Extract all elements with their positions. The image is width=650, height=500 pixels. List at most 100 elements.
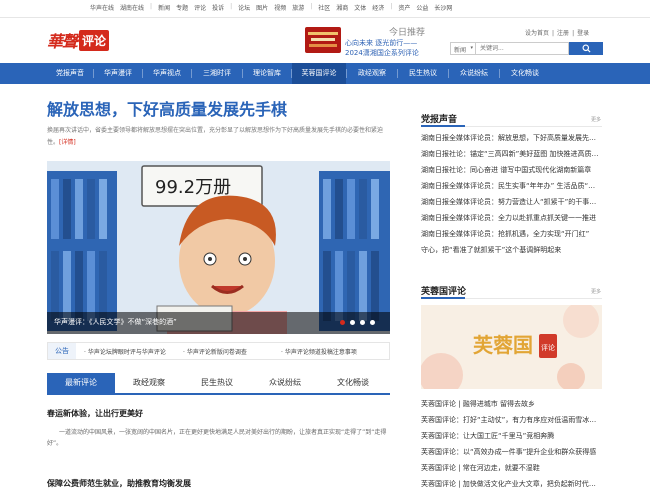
article-title[interactable]: 春运新体验，让出行更美好 bbox=[47, 408, 143, 419]
carousel-dot-4[interactable] bbox=[370, 320, 375, 325]
search-input[interactable] bbox=[476, 42, 569, 55]
furong-item[interactable]: 芙蓉国评论：让大国工匠“千里马”竞相奔腾 bbox=[421, 428, 602, 444]
bookshelf-left bbox=[47, 171, 117, 331]
nav-item[interactable]: 三湘时评 bbox=[192, 63, 242, 84]
announcement-bar: 公告 · 华声论坛牌眼时评与华声评论 · 华声评论新版问卷调查 · 华声评论频道… bbox=[47, 342, 390, 360]
account-link[interactable]: 登录 bbox=[577, 30, 589, 37]
party-voice-item[interactable]: 湖南日报全媒体评论员：解放思想，下好高质量发展先手棋 bbox=[421, 130, 602, 146]
topbar-link[interactable]: 华声在线 bbox=[90, 3, 114, 12]
tab-1[interactable]: 政经观察 bbox=[115, 373, 183, 393]
furong-banner-image[interactable]: 芙蓉国 评论 bbox=[421, 305, 602, 389]
sign-text: 99.2万册 bbox=[155, 177, 231, 198]
article-tabs: 最新评论 政经观察 民生热议 众说纷纭 文化畅谈 bbox=[47, 373, 390, 395]
topbar-link[interactable]: 投诉 bbox=[212, 3, 224, 12]
promo-banner-image[interactable] bbox=[305, 27, 341, 53]
site-logo[interactable]: 華聲 评论 bbox=[47, 28, 110, 52]
top-utility-bar: 华声在线 湖南在线 | 新闻 专题 评论 投诉 | 论坛 图片 视频 旅游 | 社区 湘商 文体 经济 | 资产 公益… bbox=[0, 0, 650, 18]
section-divider bbox=[421, 125, 602, 127]
party-voice-item[interactable]: 湖南日报全媒体评论员：全力以赴抓重点抓关键一一推进 bbox=[421, 210, 602, 226]
account-link[interactable]: 注册 bbox=[557, 30, 569, 37]
furong-banner-graphic: 芙蓉国 评论 bbox=[421, 305, 602, 389]
account-link[interactable]: 设为首页 bbox=[525, 30, 549, 37]
announcement-item[interactable]: · 华声评论新版问卷调查 bbox=[183, 347, 247, 356]
furong-item[interactable]: 芙蓉国评论：打好“主动仗”，有力有序应对低温雨雪冰冻天气 bbox=[421, 412, 602, 428]
nav-item[interactable]: 华声漫评 bbox=[94, 63, 142, 84]
hero-cartoon-image[interactable]: 99.2万册 bbox=[47, 161, 390, 334]
carousel-dots bbox=[340, 320, 380, 325]
main-nav-items: 党报声音 华声漫评 华声视点 三湘时评 理论智库 芙蓉国评论 政经观察 民生热议 众说纷纭 文化畅… bbox=[47, 63, 550, 84]
topbar-link[interactable]: 专题 bbox=[176, 3, 188, 12]
hero-caption[interactable]: 华声漫评：《人民文学》不做“深巷的酒” bbox=[54, 317, 177, 327]
nav-item[interactable]: 华声视点 bbox=[143, 63, 191, 84]
topbar-link[interactable]: 论坛 bbox=[238, 3, 250, 12]
section-title-furong[interactable]: 芙蓉国评论 bbox=[421, 284, 466, 297]
article-title[interactable]: 保障公费师范生就业，助推教育均衡发展 bbox=[47, 478, 191, 489]
carousel-dot-3[interactable] bbox=[360, 320, 365, 325]
party-voice-item[interactable]: 湖南日报全媒体评论员：抢抓机遇，全力实现“开门红” bbox=[421, 226, 602, 242]
topbar-separator: | bbox=[390, 3, 393, 10]
topbar-link[interactable]: 旅游 bbox=[292, 3, 304, 12]
nav-item[interactable]: 党报声音 bbox=[47, 63, 93, 84]
announcement-item[interactable]: · 华声论坛牌眼时评与华声评论 bbox=[84, 347, 166, 356]
furong-list: 芙蓉国评论 | 融得进城市 留得去故乡 芙蓉国评论：打好“主动仗”，有力有序应对低… bbox=[421, 396, 602, 492]
furong-banner-text: 芙蓉国 bbox=[473, 333, 533, 357]
nav-item[interactable]: 政经观察 bbox=[347, 63, 397, 84]
nav-item[interactable]: 文化畅谈 bbox=[500, 63, 550, 84]
party-voice-item[interactable]: 湖南日报全媒体评论员：民生实事“年年办” 生活品质“节节高” bbox=[421, 178, 602, 194]
announcement-item[interactable]: · 华声评论频道投稿注意事项 bbox=[281, 347, 357, 356]
tab-0[interactable]: 最新评论 bbox=[47, 373, 115, 393]
tab-2[interactable]: 民生热议 bbox=[183, 373, 251, 393]
section-title-party-voice[interactable]: 党报声音 bbox=[421, 112, 457, 125]
account-separator: | bbox=[572, 30, 575, 37]
nav-item[interactable]: 理论智库 bbox=[243, 63, 291, 84]
furong-item[interactable]: 芙蓉国评论 | 融得进城市 留得去故乡 bbox=[421, 396, 602, 412]
topbar-link[interactable]: 社区 bbox=[318, 3, 330, 12]
tab-4[interactable]: 文化畅谈 bbox=[319, 373, 387, 393]
promo-link-line1[interactable]: 心向未来 逐光前行—— bbox=[345, 38, 417, 48]
search-category-select[interactable]: 新闻 ▾ bbox=[450, 42, 476, 55]
topbar-link[interactable]: 文体 bbox=[354, 3, 366, 12]
furong-item[interactable]: 芙蓉国评论：以“高效办成一件事”提升企业和群众获得感 bbox=[421, 444, 602, 460]
topbar-link[interactable]: 图片 bbox=[256, 3, 268, 12]
party-voice-item[interactable]: 湖南日报全媒体评论员：努力营造让人“抓紧干”的干事创业环境 bbox=[421, 194, 602, 210]
cartoon-illustration: 99.2万册 bbox=[47, 161, 390, 334]
furong-banner-box: 评论 bbox=[541, 343, 555, 352]
furong-item[interactable]: 芙蓉国评论 | 加快做活文化产业大文章，把负起新时代文化使命 bbox=[421, 476, 602, 492]
search-button[interactable] bbox=[569, 42, 603, 55]
topbar-link[interactable]: 湖南在线 bbox=[120, 3, 144, 12]
party-voice-item[interactable]: 湖南日报社论：同心奋进 谱写中国式现代化湖南新篇章 bbox=[421, 162, 602, 178]
details-link[interactable]: [详情] bbox=[59, 139, 76, 146]
party-voice-item[interactable]: 守心，把“看准了就抓紧干”这个基调鲜明起来 bbox=[421, 242, 602, 258]
section-divider bbox=[421, 297, 602, 299]
account-links: 设为首页 | 注册 | 登录 bbox=[525, 28, 592, 37]
topbar-link[interactable]: 新闻 bbox=[158, 3, 170, 12]
nav-item[interactable]: 芙蓉国评论 bbox=[292, 63, 346, 84]
carousel-dot-2[interactable] bbox=[350, 320, 355, 325]
topbar-link[interactable]: 湘商 bbox=[336, 3, 348, 12]
topbar-link[interactable]: 经济 bbox=[372, 3, 384, 12]
more-link[interactable]: 更多 bbox=[591, 116, 601, 123]
headline[interactable]: 解放思想，下好高质量发展先手棋 bbox=[47, 96, 287, 120]
topbar-link[interactable]: 公益 bbox=[416, 3, 428, 12]
topbar-link[interactable]: 资产 bbox=[398, 3, 410, 12]
party-voice-item[interactable]: 湖南日报社论：锚定“三高四新”美好蓝图 加快推进高质量发展 bbox=[421, 146, 602, 162]
main-nav: 党报声音 华声漫评 华声视点 三湘时评 理论智库 芙蓉国评论 政经观察 民生热议 众说纷纭 文化畅… bbox=[0, 63, 650, 84]
topbar-link[interactable]: 视频 bbox=[274, 3, 286, 12]
tab-3[interactable]: 众说纷纭 bbox=[251, 373, 319, 393]
carousel-dot-1[interactable] bbox=[340, 320, 345, 325]
account-separator: | bbox=[552, 30, 555, 37]
top-utility-links: 华声在线 湖南在线 | 新闻 专题 评论 投诉 | 论坛 图片 视频 旅游 | 社区 湘商 文体 经济 | 资产 公益… bbox=[90, 3, 458, 12]
topbar-link[interactable]: 评论 bbox=[194, 3, 206, 12]
announcement-label: 公告 bbox=[48, 343, 76, 359]
nav-item[interactable]: 民生热议 bbox=[398, 63, 448, 84]
chevron-down-icon: ▾ bbox=[470, 45, 473, 51]
site-header: 華聲 评论 今日推荐 心向未来 逐光前行—— 2024潇湘国企系列评论 设为首页… bbox=[0, 18, 650, 63]
promo-link-line2[interactable]: 2024潇湘国企系列评论 bbox=[345, 48, 419, 58]
topbar-separator: | bbox=[230, 3, 233, 10]
article-summary: 一道流动的中国风景，一张宽阔的中国名片，正在更好更快地满足人民对美好出行的期盼，… bbox=[47, 429, 387, 447]
headline-summary-text: 换届再次讲话中，省委主要领导都将解放思想摆在突出位置，充分彰显了以解放思想作为下… bbox=[47, 127, 384, 146]
furong-item[interactable]: 芙蓉国评论 | 常在河边走，就要不湿鞋 bbox=[421, 460, 602, 476]
more-link[interactable]: 更多 bbox=[591, 288, 601, 295]
nav-item[interactable]: 众说纷纭 bbox=[449, 63, 499, 84]
topbar-link[interactable]: 长沙网 bbox=[434, 3, 452, 12]
